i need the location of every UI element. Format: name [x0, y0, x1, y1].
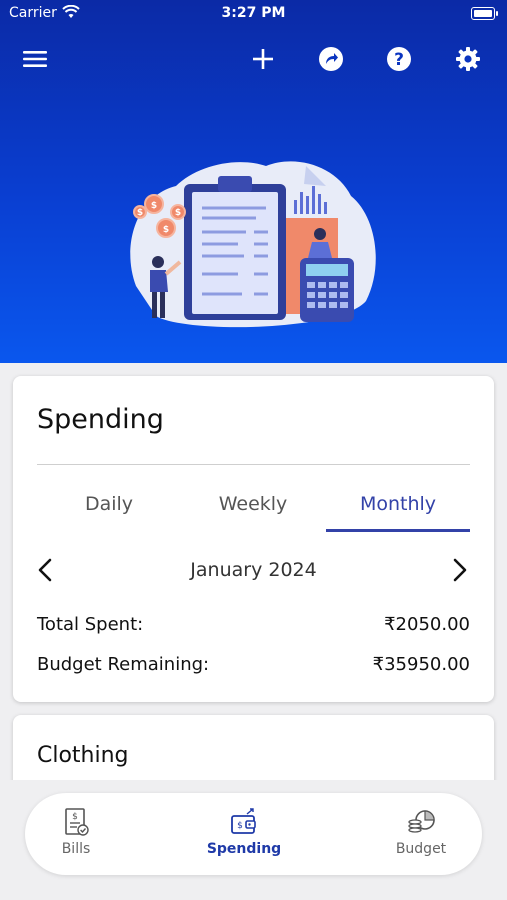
svg-text:$: $: [137, 208, 143, 218]
tab-monthly[interactable]: Monthly: [326, 476, 470, 532]
spending-title: Spending: [37, 404, 164, 435]
budget-remaining-row: Budget Remaining: ₹35950.00: [37, 654, 470, 675]
budget-remaining-value: ₹35950.00: [372, 654, 470, 675]
svg-text:?: ?: [394, 50, 404, 70]
period-navigator: January 2024: [37, 554, 470, 586]
tab-budget[interactable]: Budget: [366, 807, 476, 867]
total-spent-label: Total Spent:: [37, 614, 144, 635]
share-icon[interactable]: [316, 44, 346, 74]
header-banner: Carrier 3:27 PM ? $ $ $ $: [0, 0, 507, 363]
menu-icon[interactable]: [20, 44, 50, 74]
tab-spending[interactable]: $ Spending: [189, 807, 299, 867]
category-title: Clothing: [37, 743, 129, 768]
help-icon[interactable]: ?: [384, 44, 414, 74]
svg-text:$: $: [72, 812, 78, 822]
tab-bar: $ Bills $ Spending Budget: [25, 793, 482, 875]
plus-icon[interactable]: [248, 44, 278, 74]
status-bar: Carrier 3:27 PM: [0, 0, 507, 28]
spending-card: Spending Daily Weekly Monthly January 20…: [13, 376, 494, 702]
period-label: January 2024: [190, 559, 317, 581]
finance-illustration: $ $ $ $: [130, 161, 376, 328]
gear-icon[interactable]: [453, 44, 483, 74]
bill-icon: $: [61, 807, 91, 837]
svg-text:$: $: [163, 225, 169, 235]
tab-bills[interactable]: $ Bills: [21, 807, 131, 867]
svg-text:$: $: [151, 201, 157, 211]
period-tabs: Daily Weekly Monthly: [37, 476, 470, 532]
battery-icon: [471, 7, 498, 20]
chevron-right-icon[interactable]: [448, 556, 472, 584]
tab-weekly[interactable]: Weekly: [181, 476, 325, 532]
budget-remaining-label: Budget Remaining:: [37, 654, 210, 675]
divider: [37, 464, 470, 465]
clock: 3:27 PM: [221, 5, 286, 21]
total-spent-value: ₹2050.00: [384, 614, 470, 635]
tab-daily[interactable]: Daily: [37, 476, 181, 532]
tab-budget-label: Budget: [395, 841, 447, 857]
svg-text:$: $: [175, 208, 181, 218]
tab-bills-label: Bills: [61, 841, 91, 857]
total-spent-row: Total Spent: ₹2050.00: [37, 614, 470, 635]
budget-icon: [406, 807, 436, 837]
wallet-icon: $: [229, 807, 259, 837]
svg-text:$: $: [237, 821, 243, 831]
tab-spending-label: Spending: [206, 841, 282, 857]
